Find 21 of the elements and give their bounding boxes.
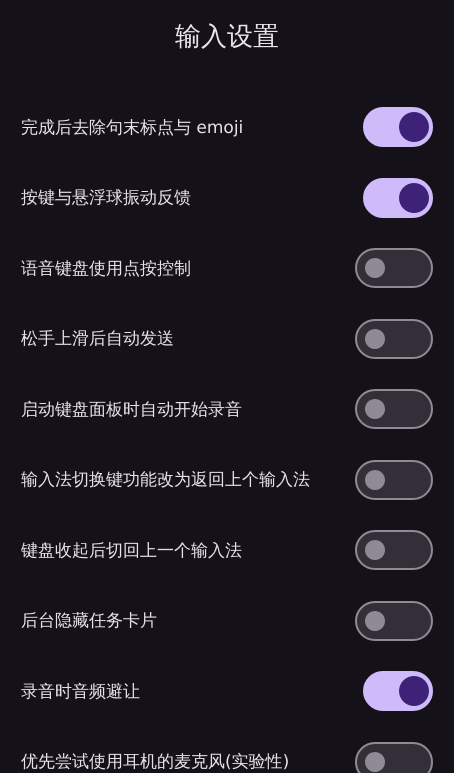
toggle-switch[interactable] <box>355 248 433 288</box>
setting-label: 完成后去除句末标点与 emoji <box>21 116 244 139</box>
toggle-switch[interactable] <box>355 318 433 359</box>
setting-label: 按键与悬浮球振动反馈 <box>21 187 191 210</box>
setting-label: 优先尝试使用耳机的麦克风(实验性) <box>21 751 290 773</box>
toggle-switch[interactable] <box>363 671 433 712</box>
setting-label: 键盘收起后切回上一个输入法 <box>21 540 242 562</box>
toggle-switch[interactable] <box>355 600 433 641</box>
setting-label: 语音键盘使用点按控制 <box>21 258 191 280</box>
setting-label: 后台隐藏任务卡片 <box>21 610 157 632</box>
toggle-switch[interactable] <box>355 460 433 500</box>
setting-label: 录音时音频避让 <box>21 680 140 703</box>
toggle-switch[interactable] <box>363 107 433 148</box>
toggle-switch[interactable] <box>355 530 433 570</box>
screen-title: 输入设置 <box>175 23 279 51</box>
toggle-switch[interactable] <box>355 742 433 773</box>
toggle-switch[interactable] <box>355 389 433 430</box>
setting-label: 启动键盘面板时自动开始录音 <box>21 398 242 421</box>
toggle-switch[interactable] <box>363 178 433 218</box>
setting-label: 松手上滑后自动发送 <box>21 328 174 350</box>
setting-label: 输入法切换键功能改为返回上个输入法 <box>21 469 310 492</box>
